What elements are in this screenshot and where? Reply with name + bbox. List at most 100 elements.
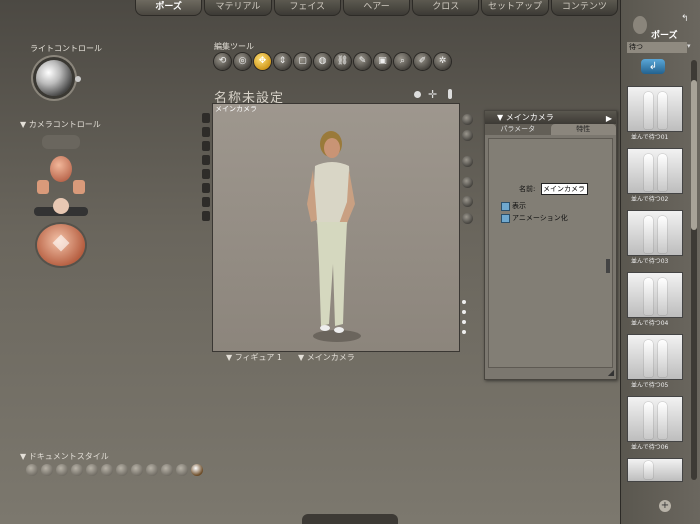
tab-pose[interactable]: ポーズ (135, 0, 203, 16)
panel-menu-arrow-icon[interactable]: ▶ (606, 112, 612, 125)
library-thumbnail[interactable] (627, 272, 683, 318)
viewport-side-button[interactable] (202, 141, 210, 151)
viewport-side-button[interactable] (202, 183, 210, 193)
viewport-side-button[interactable] (202, 197, 210, 207)
viewport-right-button[interactable] (462, 130, 473, 141)
translate-tool-icon[interactable]: ✥ (254, 53, 271, 70)
taper-tool-icon[interactable]: ◍ (314, 53, 331, 70)
add-to-library-icon[interactable]: + (659, 500, 671, 512)
grouping-tool-icon[interactable]: ▣ (374, 53, 391, 70)
style-cartoon-icon[interactable] (131, 464, 143, 476)
figure-model[interactable] (301, 124, 371, 346)
tab-parameters[interactable]: パラメータ (485, 124, 551, 135)
light-handle-icon[interactable] (75, 76, 81, 82)
library-item-label[interactable]: 並んで待つ02 (631, 194, 668, 203)
style-texture-shaded-icon[interactable] (191, 464, 203, 476)
animation-drawer-handle[interactable] (302, 514, 398, 524)
visible-checkbox[interactable] (501, 201, 510, 211)
style-cartoon-line-icon[interactable] (146, 464, 158, 476)
camera-panel-tabs: パラメータ 特性 (485, 124, 616, 135)
chain-break-icon[interactable]: ⛓ (334, 53, 351, 70)
library-up-folder-button[interactable]: ↲ (641, 59, 665, 74)
animate-checkbox-row[interactable]: アニメーション化 (501, 213, 568, 223)
style-silhouette-icon[interactable] (26, 464, 38, 476)
camera-move-icon[interactable] (53, 198, 69, 214)
camera-hands-icon[interactable] (42, 135, 80, 149)
library-category-select[interactable]: 待つ (627, 42, 687, 53)
style-lit-wireframe-icon[interactable] (86, 464, 98, 476)
library-thumbnail[interactable] (627, 148, 683, 194)
viewport-right-button[interactable] (462, 196, 473, 207)
library-thumbnail[interactable] (627, 458, 683, 482)
view-magnifier-icon[interactable]: ⌕ (394, 53, 411, 70)
library-thumbnail[interactable] (627, 334, 683, 380)
document-viewport[interactable]: メインカメラ (212, 103, 460, 352)
camera-panel-body: 名前: メインカメラ 表示 アニメーション化 (488, 138, 613, 368)
library-scroll-thumb[interactable] (691, 80, 697, 230)
document-style-buttons (26, 464, 203, 476)
library-back-icon[interactable]: ↰ (681, 14, 689, 24)
light-bulb-icon[interactable] (448, 89, 452, 99)
library-item-label[interactable]: 並んで待つ04 (631, 318, 668, 327)
camera-name-input[interactable]: メインカメラ (541, 183, 588, 195)
figure-select-menu[interactable]: ▼ フィギュア 1 (226, 352, 282, 363)
rotate-tool-icon[interactable]: ⟲ (214, 53, 231, 70)
tab-material[interactable]: マテリアル (204, 0, 272, 16)
viewport-side-button[interactable] (202, 155, 210, 165)
tab-face[interactable]: フェイス (273, 0, 341, 16)
camera-select-menu-text: メインカメラ (306, 353, 355, 362)
category-dropdown-icon[interactable]: ▾ (687, 42, 691, 50)
style-flat-lined-icon[interactable] (116, 464, 128, 476)
viewport-side-button[interactable] (202, 169, 210, 179)
morph-brush-icon[interactable]: ✐ (414, 53, 431, 70)
camera-select-menu[interactable]: ▼ メインカメラ (298, 352, 355, 363)
style-flat-shaded-icon[interactable] (101, 464, 113, 476)
viewport-right-button[interactable] (462, 177, 473, 188)
figure-select-menu-text: フィギュア 1 (234, 353, 283, 362)
style-wireframe-icon[interactable] (56, 464, 68, 476)
style-outline-icon[interactable] (41, 464, 53, 476)
viewport-side-button[interactable] (202, 211, 210, 221)
direct-manipulation-icon[interactable]: ✲ (434, 53, 451, 70)
animate-checkbox[interactable] (501, 213, 510, 223)
library-item-label[interactable]: 並んで待つ06 (631, 442, 668, 451)
twist-tool-icon[interactable]: ◎ (234, 53, 251, 70)
camera-panel-header[interactable]: ▼ メインカメラ ▶ (485, 111, 616, 124)
camera-left-hand-icon[interactable] (37, 180, 49, 194)
viewport-right-button[interactable] (462, 156, 473, 167)
translate-in-out-icon[interactable]: ⇕ (274, 53, 291, 70)
viewport-side-button[interactable] (202, 127, 210, 137)
library-thumbnail[interactable] (627, 396, 683, 442)
library-thumbnail[interactable] (627, 86, 683, 132)
resize-grip-icon[interactable]: ◢ (608, 368, 614, 377)
tab-setup[interactable]: セットアップ (481, 0, 549, 16)
viewport-side-button[interactable] (202, 113, 210, 123)
library-thumbnail[interactable] (627, 210, 683, 256)
library-item-label[interactable]: 並んで待つ05 (631, 380, 668, 389)
color-tool-icon[interactable]: ✎ (354, 53, 371, 70)
visible-checkbox-label: 表示 (512, 202, 526, 210)
tab-cloth[interactable]: クロス (412, 0, 480, 16)
viewport-right-button[interactable] (462, 213, 473, 224)
style-hidden-line-icon[interactable] (71, 464, 83, 476)
camera-head-icon[interactable] (50, 156, 72, 182)
visible-checkbox-row[interactable]: 表示 (501, 201, 526, 211)
scale-tool-icon[interactable]: ▢ (294, 53, 311, 70)
tab-hair[interactable]: ヘアー (342, 0, 411, 16)
tab-content[interactable]: コンテンツ (550, 0, 618, 16)
move-view-icon[interactable]: ✛ (428, 88, 437, 101)
library-item-label[interactable]: 並んで待つ03 (631, 256, 668, 265)
light-control-label: ライトコントロール (30, 44, 102, 53)
library-item-label[interactable]: 並んで待つ01 (631, 132, 668, 141)
panel-scroll-thumb[interactable] (606, 259, 610, 273)
camera-control-label-text: カメラコントロール (28, 120, 101, 129)
viewport-right-button[interactable] (462, 114, 473, 125)
style-smooth-shaded-icon[interactable] (161, 464, 173, 476)
tab-properties[interactable]: 特性 (550, 124, 616, 135)
render-dot-icon[interactable] (414, 91, 421, 98)
library-panel: ポーズ ↰ 待つ ▾ ↲ 並んで待つ01 並んで待つ02 並んで待つ03 並んで… (620, 0, 700, 524)
camera-control-label: ▼ カメラコントロール (20, 120, 101, 129)
style-smooth-lined-icon[interactable] (176, 464, 188, 476)
camera-right-hand-icon[interactable] (73, 180, 85, 194)
light-control-ball[interactable] (36, 60, 72, 96)
